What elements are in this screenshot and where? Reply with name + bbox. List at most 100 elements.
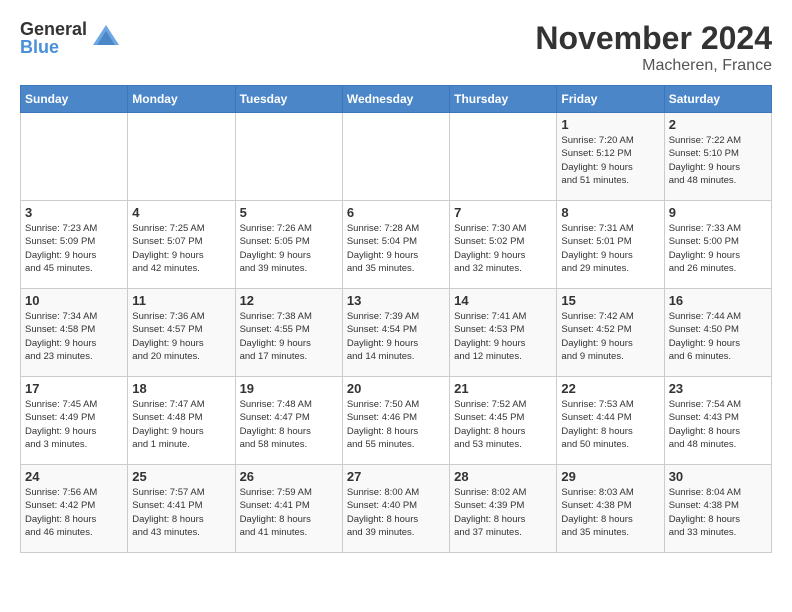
calendar-header: Sunday Monday Tuesday Wednesday Thursday… — [21, 86, 772, 113]
day-info: Sunrise: 7:34 AMSunset: 4:58 PMDaylight:… — [25, 310, 123, 363]
calendar-cell: 24 Sunrise: 7:56 AMSunset: 4:42 PMDayligh… — [21, 465, 128, 553]
day-info: Sunrise: 7:48 AMSunset: 4:47 PMDaylight:… — [240, 398, 338, 451]
day-number: 25 — [132, 469, 230, 484]
calendar-cell — [342, 113, 449, 201]
calendar-cell: 7Sunrise: 7:30 AMSunset: 5:02 PMDaylight… — [450, 201, 557, 289]
calendar-cell: 19 Sunrise: 7:48 AMSunset: 4:47 PMDayligh… — [235, 377, 342, 465]
calendar-week-1: 3Sunrise: 7:23 AMSunset: 5:09 PMDaylight… — [21, 201, 772, 289]
calendar-body: 1 Sunrise: 7:20 AMSunset: 5:12 PMDaylight… — [21, 113, 772, 553]
header-row: Sunday Monday Tuesday Wednesday Thursday… — [21, 86, 772, 113]
calendar-cell: 25 Sunrise: 7:57 AMSunset: 4:41 PMDayligh… — [128, 465, 235, 553]
day-info: Sunrise: 7:42 AMSunset: 4:52 PMDaylight:… — [561, 310, 659, 363]
calendar-cell: 12Sunrise: 7:38 AMSunset: 4:55 PMDayligh… — [235, 289, 342, 377]
day-info: Sunrise: 7:54 AMSunset: 4:43 PMDaylight:… — [669, 398, 767, 451]
day-number: 13 — [347, 293, 445, 308]
calendar-cell: 16Sunrise: 7:44 AMSunset: 4:50 PMDayligh… — [664, 289, 771, 377]
calendar-cell — [128, 113, 235, 201]
calendar-cell: 20 Sunrise: 7:50 AMSunset: 4:46 PMDayligh… — [342, 377, 449, 465]
day-info: Sunrise: 7:38 AMSunset: 4:55 PMDaylight:… — [240, 310, 338, 363]
calendar-cell: 30 Sunrise: 8:04 AMSunset: 4:38 PMDayligh… — [664, 465, 771, 553]
col-thursday: Thursday — [450, 86, 557, 113]
calendar-cell — [450, 113, 557, 201]
calendar-cell: 21 Sunrise: 7:52 AMSunset: 4:45 PMDayligh… — [450, 377, 557, 465]
col-saturday: Saturday — [664, 86, 771, 113]
day-number: 10 — [25, 293, 123, 308]
day-number: 7 — [454, 205, 552, 220]
calendar-cell: 27Sunrise: 8:00 AMSunset: 4:40 PMDayligh… — [342, 465, 449, 553]
day-info: Sunrise: 8:03 AMSunset: 4:38 PMDaylight:… — [561, 486, 659, 539]
day-info: Sunrise: 7:39 AMSunset: 4:54 PMDaylight:… — [347, 310, 445, 363]
day-info: Sunrise: 8:02 AMSunset: 4:39 PMDaylight:… — [454, 486, 552, 539]
day-info: Sunrise: 8:04 AMSunset: 4:38 PMDaylight:… — [669, 486, 767, 539]
calendar-cell: 23 Sunrise: 7:54 AMSunset: 4:43 PMDayligh… — [664, 377, 771, 465]
day-number: 20 — [347, 381, 445, 396]
day-number: 21 — [454, 381, 552, 396]
day-info: Sunrise: 7:23 AMSunset: 5:09 PMDaylight:… — [25, 222, 123, 275]
day-number: 8 — [561, 205, 659, 220]
calendar-cell: 18 Sunrise: 7:47 AMSunset: 4:48 PMDayligh… — [128, 377, 235, 465]
calendar-cell: 17 Sunrise: 7:45 AMSunset: 4:49 PMDayligh… — [21, 377, 128, 465]
day-info: Sunrise: 7:50 AMSunset: 4:46 PMDaylight:… — [347, 398, 445, 451]
day-number: 26 — [240, 469, 338, 484]
calendar-cell: 1 Sunrise: 7:20 AMSunset: 5:12 PMDaylight… — [557, 113, 664, 201]
calendar-cell: 4 Sunrise: 7:25 AMSunset: 5:07 PMDaylight… — [128, 201, 235, 289]
calendar-cell: 22Sunrise: 7:53 AMSunset: 4:44 PMDayligh… — [557, 377, 664, 465]
day-info: Sunrise: 7:59 AMSunset: 4:41 PMDaylight:… — [240, 486, 338, 539]
day-info: Sunrise: 7:44 AMSunset: 4:50 PMDaylight:… — [669, 310, 767, 363]
day-info: Sunrise: 7:47 AMSunset: 4:48 PMDaylight:… — [132, 398, 230, 451]
calendar-week-3: 17 Sunrise: 7:45 AMSunset: 4:49 PMDayligh… — [21, 377, 772, 465]
calendar-cell: 3Sunrise: 7:23 AMSunset: 5:09 PMDaylight… — [21, 201, 128, 289]
day-info: Sunrise: 7:25 AMSunset: 5:07 PMDaylight:… — [132, 222, 230, 275]
location: Macheren, France — [535, 57, 772, 75]
day-number: 24 — [25, 469, 123, 484]
calendar-cell: 2 Sunrise: 7:22 AMSunset: 5:10 PMDaylight… — [664, 113, 771, 201]
calendar-week-2: 10 Sunrise: 7:34 AMSunset: 4:58 PMDayligh… — [21, 289, 772, 377]
day-info: Sunrise: 7:20 AMSunset: 5:12 PMDaylight:… — [561, 134, 659, 187]
month-title: November 2024 — [535, 20, 772, 57]
title-block: November 2024 Macheren, France — [535, 20, 772, 75]
day-number: 19 — [240, 381, 338, 396]
logo: General Blue — [20, 20, 121, 56]
col-sunday: Sunday — [21, 86, 128, 113]
day-number: 11 — [132, 293, 230, 308]
calendar-cell — [21, 113, 128, 201]
day-info: Sunrise: 7:26 AMSunset: 5:05 PMDaylight:… — [240, 222, 338, 275]
day-number: 27 — [347, 469, 445, 484]
day-number: 23 — [669, 381, 767, 396]
day-number: 17 — [25, 381, 123, 396]
calendar-cell: 6Sunrise: 7:28 AMSunset: 5:04 PMDaylight… — [342, 201, 449, 289]
calendar-cell: 11 Sunrise: 7:36 AMSunset: 4:57 PMDayligh… — [128, 289, 235, 377]
day-info: Sunrise: 7:41 AMSunset: 4:53 PMDaylight:… — [454, 310, 552, 363]
calendar-cell: 14 Sunrise: 7:41 AMSunset: 4:53 PMDayligh… — [450, 289, 557, 377]
day-number: 30 — [669, 469, 767, 484]
day-info: Sunrise: 7:52 AMSunset: 4:45 PMDaylight:… — [454, 398, 552, 451]
day-info: Sunrise: 7:22 AMSunset: 5:10 PMDaylight:… — [669, 134, 767, 187]
day-number: 4 — [132, 205, 230, 220]
calendar-cell: 29Sunrise: 8:03 AMSunset: 4:38 PMDayligh… — [557, 465, 664, 553]
calendar-week-0: 1 Sunrise: 7:20 AMSunset: 5:12 PMDaylight… — [21, 113, 772, 201]
day-info: Sunrise: 7:36 AMSunset: 4:57 PMDaylight:… — [132, 310, 230, 363]
day-info: Sunrise: 7:53 AMSunset: 4:44 PMDaylight:… — [561, 398, 659, 451]
day-number: 15 — [561, 293, 659, 308]
col-tuesday: Tuesday — [235, 86, 342, 113]
day-number: 1 — [561, 117, 659, 132]
col-wednesday: Wednesday — [342, 86, 449, 113]
logo-icon — [91, 23, 121, 53]
calendar-cell: 26 Sunrise: 7:59 AMSunset: 4:41 PMDayligh… — [235, 465, 342, 553]
day-info: Sunrise: 7:56 AMSunset: 4:42 PMDaylight:… — [25, 486, 123, 539]
day-number: 5 — [240, 205, 338, 220]
day-number: 14 — [454, 293, 552, 308]
day-info: Sunrise: 7:45 AMSunset: 4:49 PMDaylight:… — [25, 398, 123, 451]
calendar-cell: 13 Sunrise: 7:39 AMSunset: 4:54 PMDayligh… — [342, 289, 449, 377]
day-info: Sunrise: 7:31 AMSunset: 5:01 PMDaylight:… — [561, 222, 659, 275]
calendar-cell: 28 Sunrise: 8:02 AMSunset: 4:39 PMDayligh… — [450, 465, 557, 553]
calendar-cell: 5 Sunrise: 7:26 AMSunset: 5:05 PMDaylight… — [235, 201, 342, 289]
calendar-cell: 9Sunrise: 7:33 AMSunset: 5:00 PMDaylight… — [664, 201, 771, 289]
calendar-cell: 15 Sunrise: 7:42 AMSunset: 4:52 PMDayligh… — [557, 289, 664, 377]
day-number: 2 — [669, 117, 767, 132]
day-number: 18 — [132, 381, 230, 396]
day-number: 28 — [454, 469, 552, 484]
calendar-table: Sunday Monday Tuesday Wednesday Thursday… — [20, 85, 772, 553]
day-info: Sunrise: 7:57 AMSunset: 4:41 PMDaylight:… — [132, 486, 230, 539]
page-header: General Blue November 2024 Macheren, Fra… — [20, 20, 772, 75]
